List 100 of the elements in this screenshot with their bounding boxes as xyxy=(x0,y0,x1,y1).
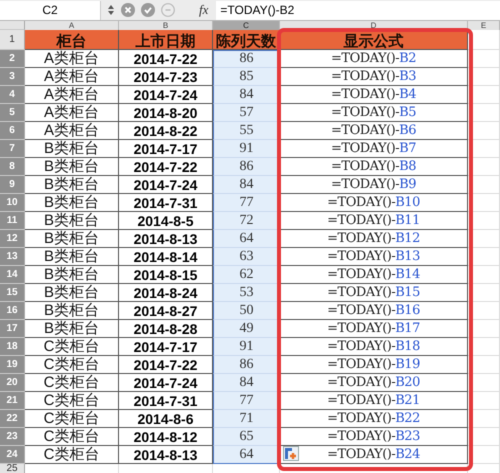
table-cell: B类柜台 xyxy=(25,302,119,320)
table-cell: B类柜台 xyxy=(25,248,119,266)
table-cell: =TODAY()-B3 xyxy=(280,68,468,86)
row-header[interactable]: 15 xyxy=(0,284,25,302)
row-header[interactable]: 20 xyxy=(0,374,25,392)
column-header[interactable]: B xyxy=(119,21,213,30)
table-cell: =TODAY()-B18 xyxy=(280,338,468,356)
table-cell: =TODAY()-B16 xyxy=(280,302,468,320)
table-cell: =TODAY()-B2 xyxy=(280,50,468,68)
table-cell: B类柜台 xyxy=(25,212,119,230)
table-cell: =TODAY()-B4 xyxy=(280,86,468,104)
table-cell: B类柜台 xyxy=(25,230,119,248)
table-cell: 77 xyxy=(213,392,280,410)
table-cell: 50 xyxy=(213,302,280,320)
row-header[interactable]: 1 xyxy=(0,30,25,50)
table-cell: 84 xyxy=(213,176,280,194)
table-cell: =TODAY()-B23 xyxy=(280,428,468,446)
header-cell: 柜台 xyxy=(25,30,119,50)
row-header[interactable]: 16 xyxy=(0,302,25,320)
table-cell: =TODAY()-B8 xyxy=(280,158,468,176)
table-cell: =TODAY()-B9 xyxy=(280,176,468,194)
table-cell: 64 xyxy=(213,230,280,248)
row-header[interactable]: 13 xyxy=(0,248,25,266)
row-header[interactable]: 3 xyxy=(0,68,25,86)
row-header[interactable]: 21 xyxy=(0,392,25,410)
row-header[interactable]: 9 xyxy=(0,176,25,194)
column-header[interactable]: A xyxy=(25,21,119,30)
table-cell: =TODAY()-B11 xyxy=(280,212,468,230)
table-cell: C类柜台 xyxy=(25,392,119,410)
row-header[interactable]: 6 xyxy=(0,122,25,140)
table-cell: 53 xyxy=(213,284,280,302)
table-cell: C类柜台 xyxy=(25,374,119,392)
select-all-corner[interactable] xyxy=(0,21,25,30)
column-header[interactable]: C xyxy=(213,21,280,30)
table-cell: 77 xyxy=(213,194,280,212)
row-header[interactable]: 10 xyxy=(0,194,25,212)
minus-circle-icon[interactable] xyxy=(161,3,175,17)
cancel-icon[interactable] xyxy=(121,3,135,17)
header-cell: 陈列天数 xyxy=(213,30,280,50)
table-cell: 86 xyxy=(213,356,280,374)
table-cell: C类柜台 xyxy=(25,410,119,428)
table-cell: 86 xyxy=(213,158,280,176)
table-cell: C类柜台 xyxy=(25,446,119,464)
row-header[interactable]: 12 xyxy=(0,230,25,248)
stepper-icon[interactable] xyxy=(107,4,115,16)
table-cell: 85 xyxy=(213,68,280,86)
table-cell: B类柜台 xyxy=(25,158,119,176)
row-header[interactable]: 14 xyxy=(0,266,25,284)
confirm-icon[interactable] xyxy=(141,3,155,17)
row-header[interactable]: 19 xyxy=(0,356,25,374)
table-cell: A类柜台 xyxy=(25,122,119,140)
table-cell: A类柜台 xyxy=(25,86,119,104)
row-header[interactable]: 23 xyxy=(0,428,25,446)
table-cell: C类柜台 xyxy=(25,338,119,356)
row-header[interactable]: 8 xyxy=(0,158,25,176)
row-header[interactable]: 24 xyxy=(0,446,25,464)
row-header[interactable]: 11 xyxy=(0,212,25,230)
formula-field[interactable]: =TODAY()-B2 xyxy=(216,0,500,20)
table-cell: =TODAY()-B21 xyxy=(280,392,468,410)
column-header[interactable]: E xyxy=(468,21,500,30)
row-header[interactable]: 7 xyxy=(0,140,25,158)
table-cell: =TODAY()-B20 xyxy=(280,374,468,392)
row-header[interactable]: 2 xyxy=(0,50,25,68)
table-cell: =TODAY()-B7 xyxy=(280,140,468,158)
table-cell: B类柜台 xyxy=(25,266,119,284)
table-cell: =TODAY()-B17 xyxy=(280,320,468,338)
table-cell: =TODAY()-B19 xyxy=(280,356,468,374)
table-cell: C类柜台 xyxy=(25,356,119,374)
function-button[interactable]: fx xyxy=(199,2,208,18)
table-cell: 62 xyxy=(213,266,280,284)
table-cell: 72 xyxy=(213,212,280,230)
table-cell: A类柜台 xyxy=(25,50,119,68)
table-cell: =TODAY()-B13 xyxy=(280,248,468,266)
row-header[interactable]: 17 xyxy=(0,320,25,338)
table-cell: A类柜台 xyxy=(25,68,119,86)
name-box[interactable]: C2 xyxy=(0,0,101,20)
table-cell: C类柜台 xyxy=(25,428,119,446)
table-cell: =TODAY()-B14 xyxy=(280,266,468,284)
row-header[interactable]: 5 xyxy=(0,104,25,122)
paste-options-icon[interactable] xyxy=(283,446,299,461)
row-header[interactable]: 18 xyxy=(0,338,25,356)
row-header[interactable]: 25 xyxy=(0,464,25,473)
table-cell: B类柜台 xyxy=(25,320,119,338)
table-cell: 49 xyxy=(213,320,280,338)
table-cell: 64 xyxy=(213,446,280,464)
table-cell: 84 xyxy=(213,86,280,104)
table-cell: 63 xyxy=(213,248,280,266)
table-cell: =TODAY()-B15 xyxy=(280,284,468,302)
table-cell: 57 xyxy=(213,104,280,122)
table-cell: B类柜台 xyxy=(25,284,119,302)
table-cell: 84 xyxy=(213,374,280,392)
row-header[interactable]: 4 xyxy=(0,86,25,104)
table-cell: 65 xyxy=(213,428,280,446)
table-cell: 55 xyxy=(213,122,280,140)
table-cell: B类柜台 xyxy=(25,140,119,158)
row-header[interactable]: 22 xyxy=(0,410,25,428)
header-cell: 上市日期 xyxy=(119,30,213,50)
table-cell: =TODAY()-B22 xyxy=(280,410,468,428)
table-cell: =TODAY()-B12 xyxy=(280,230,468,248)
table-cell: 91 xyxy=(213,140,280,158)
